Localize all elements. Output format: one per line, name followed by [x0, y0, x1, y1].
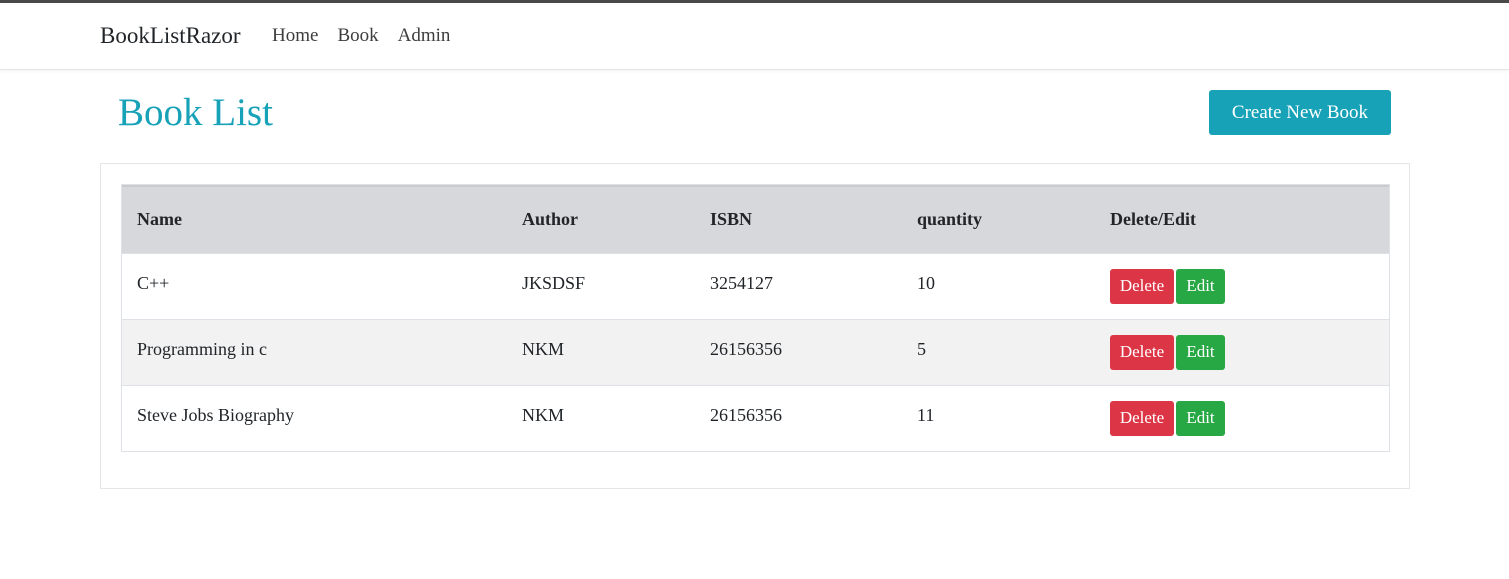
book-name: Programming in c — [137, 338, 267, 359]
table-row: Steve Jobs Biography NKM 26156356 11 Del… — [122, 384, 1389, 451]
cell-author: NKM — [507, 384, 695, 451]
book-quantity: 5 — [917, 338, 926, 359]
cell-author: JKSDSF — [507, 252, 695, 319]
cell-name: Programming in c — [122, 318, 507, 385]
cell-actions: Delete Edit — [1095, 384, 1389, 451]
cell-author: NKM — [507, 318, 695, 385]
delete-button[interactable]: Delete — [1110, 268, 1174, 304]
delete-button[interactable]: Delete — [1110, 334, 1174, 370]
cell-isbn: 26156356 — [695, 318, 902, 385]
header-isbn: ISBN — [695, 185, 902, 253]
cell-name: C++ — [122, 252, 507, 319]
navbar-brand[interactable]: BookListRazor — [100, 23, 241, 49]
create-new-book-button[interactable]: Create New Book — [1209, 90, 1391, 135]
header-name: Name — [122, 185, 507, 253]
book-quantity: 11 — [917, 404, 935, 425]
nav-link-book[interactable]: Book — [337, 25, 378, 47]
header-delete-edit: Delete/Edit — [1095, 185, 1389, 253]
nav-link-home[interactable]: Home — [272, 25, 318, 47]
cell-isbn: 3254127 — [695, 252, 902, 319]
edit-button[interactable]: Edit — [1176, 268, 1225, 304]
cell-actions: Delete Edit — [1095, 318, 1389, 385]
nav-links: Home Book Admin — [272, 25, 469, 47]
edit-button[interactable]: Edit — [1176, 400, 1225, 436]
header-quantity: quantity — [902, 185, 1095, 253]
delete-button[interactable]: Delete — [1110, 400, 1174, 436]
cell-name: Steve Jobs Biography — [122, 384, 507, 451]
book-table: Name Author ISBN quantity Delete/Edit C+… — [122, 185, 1389, 451]
book-quantity: 10 — [917, 272, 935, 293]
book-name: C++ — [137, 272, 170, 293]
edit-button[interactable]: Edit — [1176, 334, 1225, 370]
cell-actions: Delete Edit — [1095, 252, 1389, 319]
table-header-row: Name Author ISBN quantity Delete/Edit — [122, 185, 1389, 253]
book-author: NKM — [522, 404, 565, 425]
nav-link-admin[interactable]: Admin — [398, 25, 451, 47]
table-row: Programming in c NKM 26156356 5 Delete Ed… — [122, 318, 1389, 385]
book-name: Steve Jobs Biography — [137, 404, 294, 425]
book-isbn: 3254127 — [710, 272, 773, 293]
book-author: NKM — [522, 338, 565, 359]
book-list-card: Name Author ISBN quantity Delete/Edit C+… — [100, 163, 1410, 489]
page-title: Book List — [118, 91, 273, 134]
cell-isbn: 26156356 — [695, 384, 902, 451]
book-author: JKSDSF — [522, 272, 586, 293]
book-isbn: 26156356 — [710, 338, 782, 359]
table-row: C++ JKSDSF 3254127 10 Delete Edit — [122, 252, 1389, 319]
cell-quantity: 10 — [902, 252, 1095, 319]
header-author: Author — [507, 185, 695, 253]
book-isbn: 26156356 — [710, 404, 782, 425]
book-table-wrapper: Name Author ISBN quantity Delete/Edit C+… — [121, 184, 1390, 452]
cell-quantity: 11 — [902, 384, 1095, 451]
cell-quantity: 5 — [902, 318, 1095, 385]
navbar: BookListRazor Home Book Admin — [0, 3, 1509, 70]
